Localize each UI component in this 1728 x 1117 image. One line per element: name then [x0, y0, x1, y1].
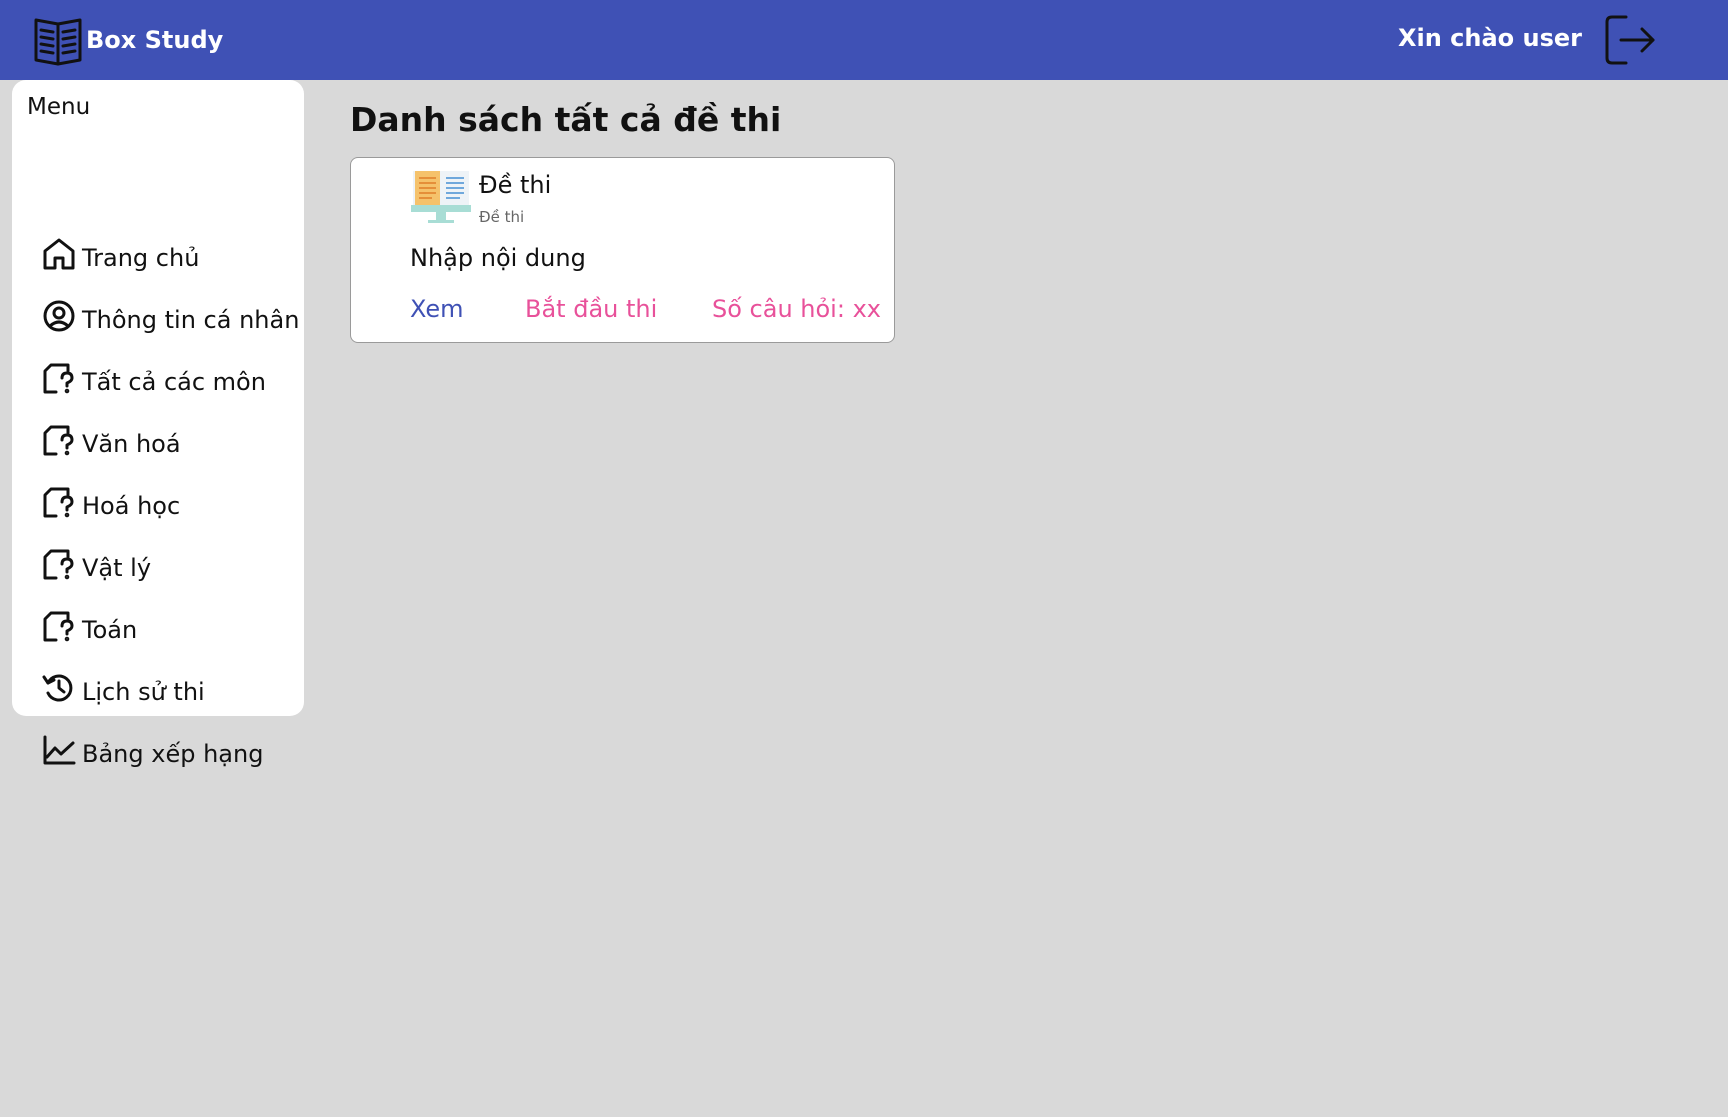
sidebar-item-van-hoa[interactable]: Văn hoá — [42, 418, 181, 462]
exam-card[interactable]: Đề thi Đề thi Nhập nội dung Xem Bắt đầu … — [350, 157, 895, 343]
sidebar-item-label: Trang chủ — [82, 244, 200, 272]
sidebar-item-trang-chu[interactable]: Trang chủ — [42, 232, 199, 276]
user-circle-icon — [43, 300, 75, 332]
menu-title: Menu — [27, 94, 91, 120]
file-question-icon — [43, 611, 74, 642]
sidebar-item-label: Bảng xếp hạng — [82, 740, 264, 768]
exam-subtitle: Đề thi — [479, 208, 525, 226]
sidebar-item-tat-ca-cac-mon[interactable]: Tất cả các môn — [42, 356, 266, 400]
sidebar-item-hoa-hoc[interactable]: Hoá học — [42, 480, 180, 524]
monitor-document-icon — [411, 171, 471, 223]
page-title: Danh sách tất cả đề thi — [350, 100, 782, 139]
top-navigation-bar: Box Study Xin chào user — [0, 0, 1728, 80]
sidebar-menu: Menu Trang chủ Thông tin cá nhân Tất cả … — [12, 80, 304, 768]
history-icon — [42, 674, 73, 702]
sidebar-item-label: Toán — [82, 616, 138, 644]
exam-title: Đề thi — [479, 171, 552, 199]
file-question-icon — [43, 363, 74, 394]
question-count: Số câu hỏi: xx — [712, 295, 881, 323]
file-question-icon — [43, 549, 74, 580]
exam-description: Nhập nội dung — [410, 244, 586, 272]
file-question-icon — [43, 487, 74, 518]
sidebar-item-thong-tin-ca-nhan[interactable]: Thông tin cá nhân — [42, 294, 299, 338]
chart-line-icon — [43, 735, 76, 765]
start-exam-link[interactable]: Bắt đầu thi — [525, 295, 657, 323]
home-icon — [43, 238, 75, 270]
sidebar-item-toan[interactable]: Toán — [42, 604, 137, 648]
open-book-icon — [34, 18, 82, 66]
brand-name: Box Study — [86, 26, 224, 54]
greeting-text: Xin chào user — [1397, 24, 1582, 52]
sidebar-item-label: Lịch sử thi — [82, 678, 205, 706]
logout-icon[interactable] — [1604, 13, 1658, 67]
sidebar-item-label: Thông tin cá nhân — [82, 306, 300, 334]
brand[interactable]: Box Study — [32, 14, 223, 66]
file-question-icon — [43, 425, 74, 456]
view-exam-link[interactable]: Xem — [410, 295, 464, 323]
sidebar-item-lich-su-thi[interactable]: Lịch sử thi — [42, 666, 205, 710]
sidebar-item-label: Vật lý — [82, 554, 152, 582]
sidebar-item-label: Hoá học — [82, 492, 181, 520]
sidebar-item-vat-ly[interactable]: Vật lý — [42, 542, 151, 586]
sidebar-item-label: Văn hoá — [82, 430, 181, 458]
sidebar-item-label: Tất cả các môn — [82, 368, 266, 396]
sidebar-item-bang-xep-hang[interactable]: Bảng xếp hạng — [42, 728, 263, 772]
